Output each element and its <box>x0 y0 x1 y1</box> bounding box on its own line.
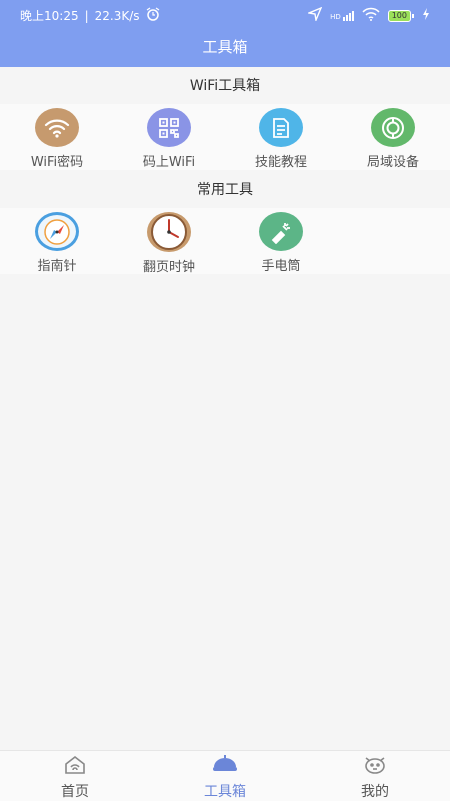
wifi-tools-grid: WiFi密码 码上WiFi 技能教程 局域设备 <box>0 104 450 170</box>
qr-code-icon <box>147 108 191 147</box>
wifi-icon <box>35 108 79 147</box>
status-speed: 22.3K/s <box>94 8 140 23</box>
tool-flip-clock[interactable]: 翻页时钟 <box>114 212 224 275</box>
signal-net-label: HD <box>330 12 341 21</box>
tool-label: 指南针 <box>37 259 77 274</box>
tool-label: WiFi密码 <box>30 155 84 170</box>
nav-home[interactable]: 首页 <box>0 755 150 800</box>
flashlight-icon <box>259 212 303 251</box>
compass-icon <box>35 212 79 251</box>
clock-icon <box>147 212 191 252</box>
status-separator: | <box>84 8 89 23</box>
tool-label: 翻页时钟 <box>142 260 195 275</box>
page-title: 工具箱 <box>202 38 248 56</box>
nav-toolbox[interactable]: 工具箱 <box>150 755 300 800</box>
profile-icon <box>363 755 387 779</box>
battery-level: 100 <box>387 9 411 22</box>
app-header: 晚上10:25 | 22.3K/s HD 100 工具箱 <box>0 0 450 67</box>
tool-tutorial[interactable]: 技能教程 <box>226 108 336 170</box>
location-icon <box>306 6 323 24</box>
common-tools-grid: 指南针 翻页时钟 手电筒 <box>0 208 450 275</box>
alarm-icon <box>146 7 160 24</box>
wifi-toolbox-section: WiFi工具箱 WiFi密码 码上WiFi 技能教程 局域设备 <box>0 68 450 170</box>
tool-scan-wifi[interactable]: 码上WiFi <box>114 108 224 170</box>
home-icon <box>63 755 87 779</box>
tool-wifi-password[interactable]: WiFi密码 <box>2 108 112 170</box>
status-bar: 晚上10:25 | 22.3K/s HD 100 <box>0 0 450 30</box>
tool-label: 手电筒 <box>261 259 301 274</box>
tool-flashlight[interactable]: 手电筒 <box>226 212 336 274</box>
bottom-navigation: 首页 工具箱 我的 <box>0 750 450 801</box>
nav-profile[interactable]: 我的 <box>300 755 450 800</box>
lan-device-icon <box>371 108 415 147</box>
tool-label: 技能教程 <box>254 155 307 170</box>
section-title-common: 常用工具 <box>0 172 450 208</box>
common-tools-section: 常用工具 指南针 翻页时钟 手电筒 <box>0 172 450 275</box>
status-time: 晚上10:25 <box>20 9 79 23</box>
battery-icon: 100 <box>387 9 414 22</box>
nav-label: 首页 <box>61 784 89 800</box>
wifi-status-icon <box>362 7 380 24</box>
signal-icon: HD <box>330 10 354 21</box>
section-title-wifi: WiFi工具箱 <box>0 68 450 104</box>
charging-icon <box>422 8 430 23</box>
tool-lan-devices[interactable]: 局域设备 <box>338 108 448 170</box>
nav-label: 我的 <box>361 784 389 800</box>
document-icon <box>259 108 303 147</box>
toolbox-icon <box>211 755 239 779</box>
tool-label: 局域设备 <box>366 155 419 170</box>
nav-label: 工具箱 <box>204 784 246 800</box>
tool-compass[interactable]: 指南针 <box>2 212 112 274</box>
tool-label: 码上WiFi <box>142 155 196 170</box>
